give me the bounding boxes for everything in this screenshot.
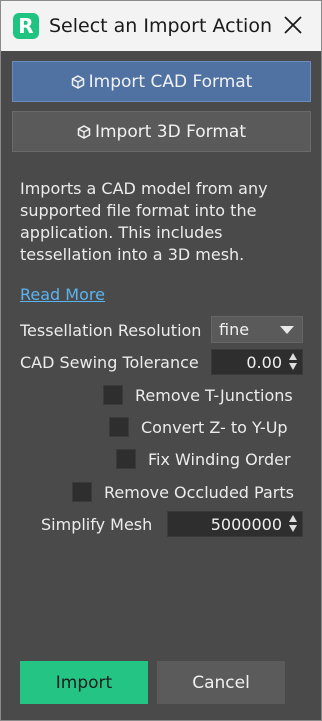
simplify-mesh-label: Simplify Mesh	[41, 515, 153, 534]
import-3d-format-label: Import 3D Format	[94, 121, 247, 142]
read-more-link[interactable]: Read More	[20, 285, 105, 304]
spinner-arrows-icon[interactable]	[289, 515, 299, 533]
close-icon	[284, 16, 302, 34]
fix-winding-order-checkbox[interactable]	[116, 449, 136, 469]
dialog-title: Select an Import Action	[49, 15, 272, 37]
remove-occluded-parts-row: Remove Occluded Parts	[72, 482, 294, 502]
cube-icon	[77, 124, 91, 139]
cube-icon	[71, 74, 85, 89]
import-cad-format-label: Import CAD Format	[88, 71, 253, 92]
cad-sewing-tolerance-label: CAD Sewing Tolerance	[20, 353, 199, 372]
fix-winding-order-row: Fix Winding Order	[116, 449, 291, 469]
action-description: Imports a CAD model from any supported f…	[20, 179, 268, 264]
tessellation-resolution-select[interactable]: fine	[211, 316, 303, 343]
convert-z-to-y-up-checkbox[interactable]	[109, 417, 129, 437]
simplify-mesh-input[interactable]: 5000000	[167, 511, 303, 537]
import-3d-format-button[interactable]: Import 3D Format	[12, 111, 311, 152]
remove-t-junctions-label: Remove T-Junctions	[135, 385, 293, 405]
tessellation-resolution-value: fine	[219, 320, 250, 339]
close-button[interactable]	[279, 11, 307, 39]
tessellation-resolution-label: Tessellation Resolution	[20, 321, 202, 340]
app-logo-icon: R	[13, 13, 39, 39]
simplify-mesh-value: 5000000	[210, 515, 282, 534]
import-action-dialog: R Select an Import Action Import CAD For…	[0, 0, 322, 721]
convert-z-to-y-up-row: Convert Z- to Y-Up	[109, 417, 288, 437]
import-cad-format-button[interactable]: Import CAD Format	[12, 61, 311, 102]
remove-t-junctions-row: Remove T-Junctions	[103, 385, 293, 405]
remove-occluded-parts-label: Remove Occluded Parts	[104, 482, 294, 502]
remove-occluded-parts-checkbox[interactable]	[72, 482, 92, 502]
spinner-arrows-icon[interactable]	[289, 353, 299, 371]
convert-z-to-y-up-label: Convert Z- to Y-Up	[141, 417, 288, 437]
title-bar: R Select an Import Action	[1, 1, 321, 51]
fix-winding-order-label: Fix Winding Order	[148, 449, 291, 469]
remove-t-junctions-checkbox[interactable]	[103, 385, 123, 405]
chevron-down-icon	[280, 326, 294, 334]
import-button[interactable]: Import	[20, 661, 148, 704]
cad-sewing-tolerance-input[interactable]: 0.00	[211, 349, 303, 375]
cancel-button[interactable]: Cancel	[157, 661, 285, 704]
cad-sewing-tolerance-value: 0.00	[246, 353, 282, 372]
